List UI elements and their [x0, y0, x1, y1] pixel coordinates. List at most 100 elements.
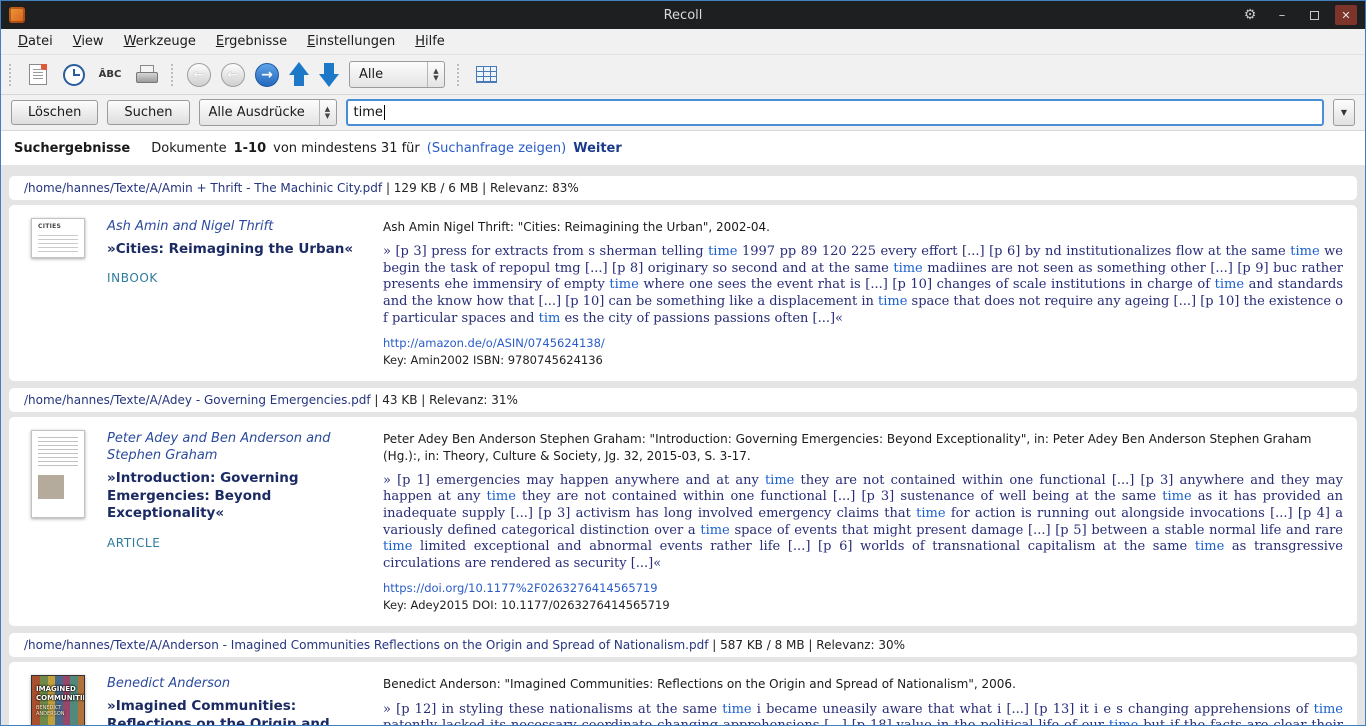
- result-item: /home/hannes/Texte/A/Anderson - Imagined…: [1, 633, 1365, 725]
- result-file-path[interactable]: /home/hannes/Texte/A/Adey - Governing Em…: [24, 393, 371, 407]
- clear-button[interactable]: Löschen: [11, 100, 98, 125]
- result-authors: Ash Amin and Nigel Thrift: [107, 219, 363, 236]
- results-list: /home/hannes/Texte/A/Amin + Thrift - The…: [1, 165, 1365, 725]
- result-meta-column: Benedict Anderson »Imagined Communities:…: [107, 675, 363, 725]
- result-thumbnail[interactable]: CITIES: [31, 218, 85, 258]
- history-clock-icon[interactable]: [61, 61, 87, 89]
- app-icon: [9, 7, 25, 23]
- result-path-bar[interactable]: /home/hannes/Texte/A/Anderson - Imagined…: [9, 633, 1357, 657]
- maximize-button[interactable]: [1303, 5, 1325, 25]
- result-citation: Benedict Anderson: "Imagined Communities…: [383, 676, 1343, 692]
- result-body: Peter Adey and Ben Anderson and Stephen …: [9, 417, 1357, 626]
- result-meta-column: Ash Amin and Nigel Thrift »Cities: Reima…: [107, 218, 363, 367]
- thumbnail-column: CITIES: [29, 218, 87, 367]
- result-content-column: Ash Amin Nigel Thrift: "Cities: Reimagin…: [383, 218, 1343, 367]
- result-citation: Ash Amin Nigel Thrift: "Cities: Reimagin…: [383, 219, 1343, 235]
- result-url-link[interactable]: http://amazon.de/o/ASIN/0745624138/: [383, 336, 1343, 350]
- table-view-icon[interactable]: [473, 61, 499, 89]
- category-filter-value: Alle: [359, 67, 393, 82]
- term-explorer-icon[interactable]: ÂBC: [97, 61, 123, 89]
- menu-ergebnisse[interactable]: Ergebnisse: [207, 31, 296, 52]
- show-query-link[interactable]: (Suchanfrage zeigen): [427, 141, 566, 156]
- search-bar: Löschen Suchen Alle Ausdrücke ▲▼ time ▼: [1, 95, 1365, 131]
- docs-range: 1-10: [234, 141, 267, 156]
- printer-icon: [136, 65, 156, 84]
- category-filter-select[interactable]: Alle ▲▼: [349, 61, 445, 88]
- thumbnail-column: IMAGINED COMMUNITIESBENEDICT ANDERSON: [29, 675, 87, 725]
- window-controls: ⚙ – ✕: [1239, 5, 1357, 25]
- result-meta-column: Peter Adey and Ben Anderson and Stephen …: [107, 430, 363, 612]
- document-icon: [29, 64, 47, 85]
- recoll-window: Recoll ⚙ – ✕ Datei View Werkzeuge Ergebn…: [0, 0, 1366, 726]
- result-thumbnail[interactable]: IMAGINED COMMUNITIESBENEDICT ANDERSON: [31, 675, 85, 725]
- result-doctype-badge: ARTICLE: [107, 536, 363, 550]
- next-results-link[interactable]: Weiter: [573, 141, 622, 156]
- result-title: »Cities: Reimagining the Urban«: [107, 241, 363, 259]
- spinner-arrows-icon[interactable]: ▲▼: [427, 62, 444, 87]
- result-file-details: | 129 KB / 6 MB | Relevanz: 83%: [382, 181, 579, 195]
- search-input-text: time: [354, 105, 383, 120]
- toolbar: ÂBC ← ← → Alle ▲▼: [1, 55, 1365, 95]
- next-page-icon[interactable]: →: [255, 63, 279, 87]
- result-body: CITIES Ash Amin and Nigel Thrift »Cities…: [9, 205, 1357, 381]
- result-path-bar[interactable]: /home/hannes/Texte/A/Adey - Governing Em…: [9, 388, 1357, 412]
- prev-page-icon[interactable]: ←: [221, 63, 245, 87]
- minimize-button[interactable]: –: [1271, 5, 1293, 25]
- search-button[interactable]: Suchen: [107, 100, 189, 125]
- result-snippet: » [p 3] press for extracts from s sherma…: [383, 244, 1343, 327]
- result-file-path[interactable]: /home/hannes/Texte/A/Amin + Thrift - The…: [24, 181, 382, 195]
- result-citation: Peter Adey Ben Anderson Stephen Graham: …: [383, 431, 1343, 463]
- result-snippet: » [p 12] in styling these nationalisms a…: [383, 702, 1343, 725]
- arrow-down-icon[interactable]: [319, 62, 339, 87]
- result-url-link[interactable]: https://doi.org/10.1177%2F02632764145657…: [383, 581, 1343, 595]
- text-caret: [384, 105, 385, 120]
- result-content-column: Benedict Anderson: "Imagined Communities…: [383, 675, 1343, 725]
- clear-search-icon[interactable]: [25, 61, 51, 89]
- abc-icon: ÂBC: [99, 69, 122, 80]
- close-button[interactable]: ✕: [1335, 5, 1357, 25]
- search-input[interactable]: time: [346, 99, 1325, 126]
- result-file-details: | 587 KB / 8 MB | Relevanz: 30%: [708, 638, 905, 652]
- result-title: »Imagined Communities: Reflections on th…: [107, 698, 363, 725]
- maximize-icon: [1310, 11, 1319, 20]
- result-item: /home/hannes/Texte/A/Adey - Governing Em…: [1, 388, 1365, 626]
- window-title: Recoll: [1, 8, 1365, 23]
- result-content-column: Peter Adey Ben Anderson Stephen Graham: …: [383, 430, 1343, 612]
- print-icon[interactable]: [133, 61, 159, 89]
- toolbar-handle[interactable]: [9, 64, 13, 86]
- results-title: Suchergebnisse: [14, 141, 130, 156]
- arrow-up-icon[interactable]: [289, 62, 309, 87]
- grid-icon: [476, 66, 497, 83]
- result-key: Key: Adey2015 DOI: 10.1177/0263276414565…: [383, 598, 1343, 612]
- first-page-icon[interactable]: ←: [187, 63, 211, 87]
- menu-einstellungen[interactable]: Einstellungen: [298, 31, 404, 52]
- spinner-arrows-icon[interactable]: ▲▼: [319, 100, 336, 125]
- result-item: /home/hannes/Texte/A/Amin + Thrift - The…: [1, 176, 1365, 381]
- result-file-path[interactable]: /home/hannes/Texte/A/Anderson - Imagined…: [24, 638, 708, 652]
- search-mode-value: Alle Ausdrücke: [209, 105, 315, 120]
- titlebar[interactable]: Recoll ⚙ – ✕: [1, 1, 1365, 29]
- toolbar-handle[interactable]: [457, 64, 461, 86]
- results-header: Suchergebnisse Dokumente 1-10 von mindes…: [1, 131, 1365, 165]
- search-history-dropdown[interactable]: ▼: [1333, 99, 1355, 126]
- gear-icon[interactable]: ⚙: [1239, 5, 1261, 25]
- menu-datei[interactable]: Datei: [9, 31, 62, 52]
- result-authors: Peter Adey and Ben Anderson and Stephen …: [107, 431, 363, 465]
- result-snippet: » [p 1] emergencies may happen anywhere …: [383, 473, 1343, 573]
- result-body: IMAGINED COMMUNITIESBENEDICT ANDERSON Be…: [9, 662, 1357, 725]
- result-thumbnail[interactable]: [31, 430, 85, 518]
- result-key: Key: Amin2002 ISBN: 9780745624136: [383, 353, 1343, 367]
- docs-label: Dokumente: [151, 141, 226, 156]
- result-authors: Benedict Anderson: [107, 676, 363, 693]
- result-path-bar[interactable]: /home/hannes/Texte/A/Amin + Thrift - The…: [9, 176, 1357, 200]
- toolbar-handle[interactable]: [171, 64, 175, 86]
- search-mode-select[interactable]: Alle Ausdrücke ▲▼: [199, 99, 337, 126]
- menubar: Datei View Werkzeuge Ergebnisse Einstell…: [1, 29, 1365, 55]
- menu-werkzeuge[interactable]: Werkzeuge: [115, 31, 205, 52]
- result-title: »Introduction: Governing Emergencies: Be…: [107, 470, 363, 523]
- result-doctype-badge: INBOOK: [107, 271, 363, 285]
- menu-view[interactable]: View: [64, 31, 113, 52]
- menu-hilfe[interactable]: Hilfe: [406, 31, 454, 52]
- result-file-details: | 43 KB | Relevanz: 31%: [371, 393, 518, 407]
- docs-count-text: von mindestens 31 für: [273, 141, 420, 156]
